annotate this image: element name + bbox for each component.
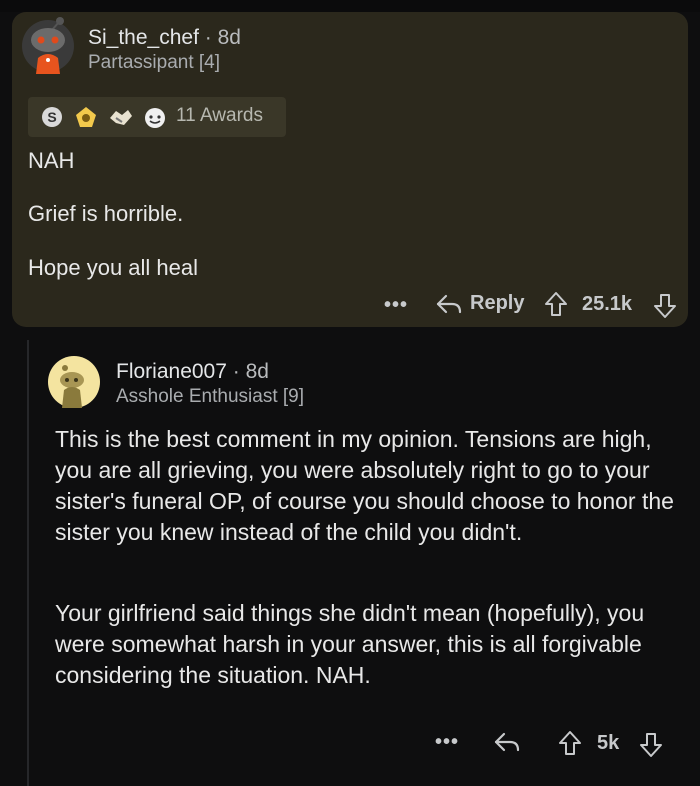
snoo-avatar-floriane[interactable]	[48, 356, 100, 408]
hero-award-icon	[76, 107, 96, 127]
more-options-button[interactable]: •••	[435, 731, 459, 754]
reply-button[interactable]: Reply	[436, 292, 524, 315]
upvote-icon[interactable]	[544, 291, 568, 317]
reply-arrow-icon[interactable]	[494, 731, 520, 753]
wholesome-award-icon	[145, 108, 165, 128]
reply-label: Reply	[470, 292, 525, 314]
username-text[interactable]: Si_the_chef	[88, 26, 199, 49]
awards-bar[interactable]: S 11 Awards	[28, 97, 286, 137]
awards-count: 11 Awards	[176, 105, 263, 126]
comment-age: 8d	[245, 360, 269, 383]
username-text[interactable]: Floriane007	[116, 360, 227, 383]
time-separator: ·	[204, 26, 218, 49]
handshake-award-icon	[110, 110, 132, 125]
svg-text:S: S	[47, 109, 56, 125]
vote-score: 5k	[597, 732, 620, 754]
silver-award-icon: S	[42, 107, 62, 127]
user-flair: Asshole Enthusiast [9]	[116, 386, 304, 407]
downvote-icon[interactable]	[639, 732, 663, 758]
snoo-avatar-chef[interactable]	[22, 16, 74, 74]
time-separator: ·	[232, 360, 246, 383]
comment2-paragraph: Your girlfriend said things she didn't m…	[55, 600, 645, 688]
comment-age: 8d	[217, 26, 241, 49]
vote-score: 25.1k	[582, 293, 633, 315]
comment2-paragraph: This is the best comment in my opinion. …	[55, 426, 674, 545]
comment1-author[interactable]: Si_the_chef · 8d	[88, 26, 241, 50]
top-edge	[0, 0, 700, 12]
downvote-icon[interactable]	[653, 293, 677, 319]
upvote-icon[interactable]	[558, 730, 582, 756]
comment1-paragraph: NAH	[28, 148, 75, 173]
comment1-paragraph: Hope you all heal	[28, 255, 199, 280]
user-flair: Partassipant [4]	[88, 52, 221, 73]
comment1-paragraph: Grief is horrible.	[28, 201, 184, 226]
thread-line[interactable]	[27, 340, 29, 786]
more-options-button[interactable]: •••	[384, 294, 408, 317]
comment2-author[interactable]: Floriane007 · 8d	[116, 360, 269, 384]
reply-arrow-icon	[436, 294, 462, 313]
